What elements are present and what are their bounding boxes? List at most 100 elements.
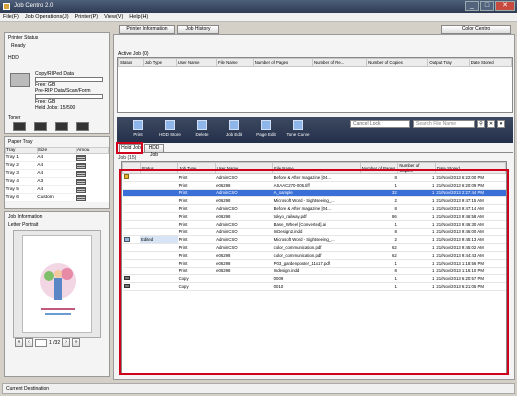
active-col-header[interactable]: User Name (175, 58, 218, 67)
active-col-header[interactable]: Job Type (142, 58, 177, 67)
tray-name: Tray 2 (5, 161, 38, 170)
printer-information-button[interactable]: Printer Information (119, 25, 175, 34)
prev-page-button[interactable]: ‹ (25, 338, 33, 347)
active-col-header[interactable]: Number of Pages (252, 58, 313, 67)
hold-job-tab-highlight (116, 142, 143, 154)
tray-size: Custom (37, 193, 77, 202)
tool-print-button[interactable]: Print (123, 119, 153, 141)
current-destination-label: Current Destination (6, 386, 50, 392)
menu-view[interactable]: View(V) (101, 13, 126, 21)
job-information-panel: Job Information Letter Portrait « ‹ 1 /3… (4, 211, 110, 377)
tray-amount-icon (76, 178, 108, 186)
tone-curve-icon (293, 120, 303, 130)
tray-size: A4 (37, 185, 77, 194)
toner-magenta-icon (34, 122, 47, 131)
menu-printer[interactable]: Printer(P) (72, 13, 102, 21)
tray-size: A4 (37, 169, 77, 178)
clear-search-icon[interactable]: ✕ (487, 120, 495, 128)
toner-black-icon (76, 122, 89, 131)
tray-row[interactable]: Tray 4 A3 (5, 177, 109, 186)
tray-amount-icon (76, 194, 108, 202)
menu-help[interactable]: Help(H) (126, 13, 151, 21)
printer-status-panel: Printer Status Ready HDD Copy/RIPed Data… (4, 32, 110, 134)
active-col-header[interactable]: Number of Copies (366, 58, 429, 67)
tool-label: Job Edit (225, 132, 243, 137)
minimize-button[interactable]: _ (465, 1, 479, 11)
tray-row[interactable]: Tray 3 A4 (5, 169, 109, 178)
active-col-header[interactable]: Status (118, 58, 144, 67)
hdd-icon (10, 73, 30, 87)
tray-row[interactable]: Tray 1 A4 (5, 153, 109, 162)
paper-tray-table: Tray Size Amou Tray 1 A4 Tray 2 A4 Tray 3 A4 T… (5, 147, 110, 202)
page-preview-image (22, 235, 92, 333)
search-icon[interactable]: ⚲ (477, 120, 485, 128)
active-job-table: Status Job Type User Name File Name Number o… (117, 57, 513, 113)
tool-delete-button[interactable]: Delete (187, 119, 217, 141)
paper-tray-label: Paper Tray (8, 139, 33, 145)
active-col-header[interactable]: Number of Re... (311, 58, 368, 67)
tray-row[interactable]: Tray 2 A4 (5, 161, 109, 170)
tool-label: HDD Store (159, 132, 181, 137)
search-options-icon[interactable]: ▾ (497, 120, 505, 128)
menu-bar: File(F) Job Operations(J) Printer(P) Vie… (0, 13, 517, 22)
job-history-button[interactable]: Job History (177, 25, 219, 34)
tray-name: Tray 5 (5, 185, 38, 194)
close-button[interactable]: ✕ (495, 1, 515, 11)
tab-hdd-job[interactable]: HDD Job (144, 144, 164, 158)
next-page-button[interactable]: › (62, 338, 71, 347)
tool-label: Print (133, 132, 143, 137)
color-centro-button[interactable]: Color Centro (441, 25, 511, 34)
maximize-button[interactable]: □ (480, 1, 494, 11)
last-page-button[interactable]: » (72, 338, 81, 347)
toner-yellow-icon (55, 122, 68, 131)
menu-job-operations[interactable]: Job Operations(J) (22, 13, 72, 21)
held-jobs-count: Held Jobs: 15/500 (35, 105, 76, 111)
top-toolbar: Printer Information Job History Color Ce… (113, 24, 515, 34)
job-toolbar: Print HDD Store Delete Job Edit Page Edit Ton… (117, 117, 513, 143)
job-info-orientation: Letter Portrait (8, 222, 39, 228)
job-edit-icon (229, 120, 239, 130)
tool-label: Delete (195, 132, 209, 137)
preview-frame (13, 230, 101, 338)
title-bar: Job Centro 2.0 _ □ ✕ (0, 0, 517, 13)
tray-size: A4 (37, 153, 77, 162)
tool-page-edit-button[interactable]: Page Edit (251, 119, 281, 141)
tool-job-edit-button[interactable]: Job Edit (219, 119, 249, 141)
paper-tray-panel: Paper Tray Tray Size Amou Tray 1 A4 Tray 2… (4, 136, 110, 209)
toner-cyan-icon (13, 122, 26, 131)
cancel-lock-field[interactable]: Cancel Lock (350, 120, 410, 128)
tray-row[interactable]: Tray 6 Custom (5, 193, 109, 202)
first-page-button[interactable]: « (15, 338, 23, 347)
search-input[interactable]: Search File Name (413, 120, 475, 128)
active-col-header[interactable]: File Name (216, 58, 254, 67)
tool-hdd-store-button[interactable]: HDD Store (155, 119, 185, 141)
tool-label: Page Edit (256, 132, 276, 137)
status-bar: Current Destination (2, 383, 515, 394)
tray-amount-icon (76, 162, 108, 170)
tray-name: Tray 1 (5, 153, 38, 162)
delete-icon (197, 120, 207, 130)
page-indicator: 1 /32 (49, 339, 61, 346)
tray-name: Tray 6 (5, 193, 38, 202)
menu-file[interactable]: File(F) (0, 13, 22, 21)
toner-label: Toner (8, 115, 21, 121)
job-info-label: Job Information (8, 214, 43, 220)
page-edit-icon (261, 120, 271, 130)
main-panel: Active Job (0) Status Job Type User Name Fi… (113, 34, 515, 380)
tray-row[interactable]: Tray 5 A4 (5, 185, 109, 194)
tray-name: Tray 4 (5, 177, 38, 186)
page-number-input[interactable] (35, 338, 47, 347)
hold-job-list-highlight (119, 169, 509, 375)
tray-size: A3 (37, 177, 77, 186)
active-col-header[interactable]: Date Stored (468, 58, 513, 67)
search-placeholder: Search File Name (416, 121, 457, 127)
window-title: Job Centro 2.0 (14, 3, 54, 9)
tool-tone-curve-button[interactable]: Tone Curve (283, 119, 313, 141)
printer-status-label: Printer Status (8, 35, 39, 41)
tray-amount-icon (76, 186, 108, 194)
hdd-label: HDD (8, 55, 19, 61)
hdd-store-icon (165, 120, 175, 130)
print-icon (133, 120, 143, 130)
tool-label: Tone Curve (286, 132, 310, 137)
active-col-header[interactable]: Output Tray (427, 58, 470, 67)
